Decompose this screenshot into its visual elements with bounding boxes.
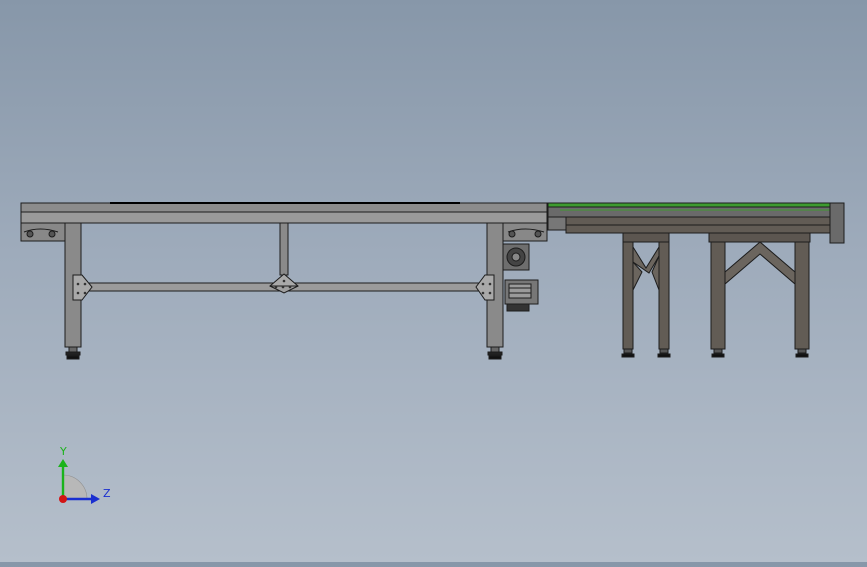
- right-conveyor-stand: [708, 232, 811, 350]
- leveling-foot: [65, 346, 81, 360]
- leveling-foot: [795, 348, 809, 358]
- coordinate-triad-icon: Y Z: [58, 445, 111, 504]
- left-conveyor[interactable]: [20, 202, 548, 360]
- motor-icon: [504, 279, 539, 312]
- triad-z-label: Z: [103, 487, 111, 500]
- leveling-foot: [487, 346, 503, 360]
- cad-viewport[interactable]: Y Z: [0, 0, 867, 562]
- right-conveyor-end-plate: [829, 202, 845, 244]
- left-conveyor-top-rail: [20, 202, 548, 213]
- right-conveyor-stand: [622, 232, 670, 350]
- leveling-foot: [621, 348, 635, 358]
- leveling-foot: [711, 348, 725, 358]
- right-conveyor-top-rail: [547, 206, 845, 218]
- leveling-foot: [657, 348, 671, 358]
- cad-drawing: Y Z: [20, 202, 845, 504]
- triad-y-label: Y: [59, 445, 67, 458]
- left-conveyor-side-rail: [20, 211, 548, 224]
- triad-x-axis: [59, 495, 67, 503]
- center-post: [279, 222, 289, 276]
- right-conveyor[interactable]: [547, 202, 845, 358]
- gusset-plate: [475, 274, 495, 301]
- gearbox-icon: [502, 243, 530, 271]
- right-conveyor-belt: [547, 202, 845, 208]
- gusset-plate: [72, 274, 93, 301]
